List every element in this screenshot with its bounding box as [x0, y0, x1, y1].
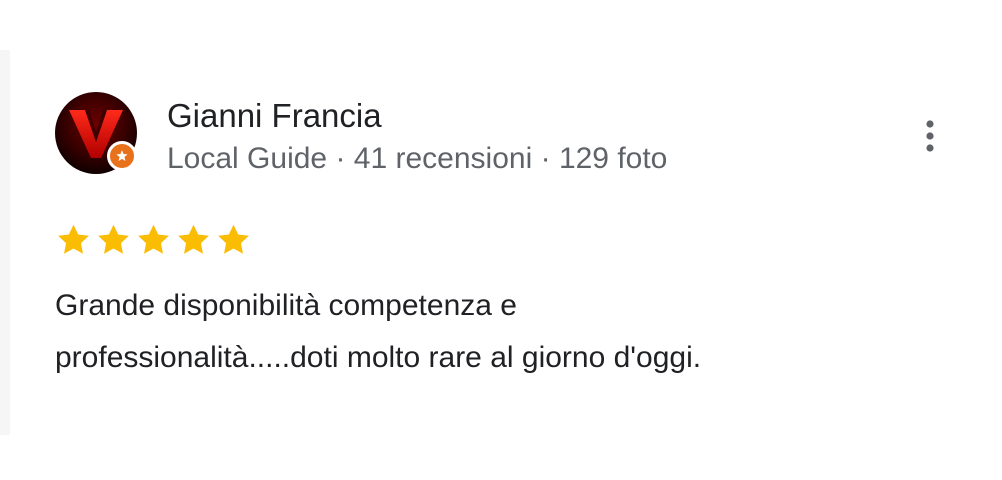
star-rating	[55, 222, 252, 258]
local-guide-badge-icon	[107, 141, 137, 171]
review-card: Gianni Francia Local Guide · 41 recensio…	[10, 50, 1002, 435]
star-icon	[178, 224, 209, 254]
star-icon	[58, 224, 89, 254]
star-icon	[218, 224, 249, 254]
more-options-button[interactable]	[910, 116, 950, 156]
author-meta: Local Guide · 41 recensioni · 129 foto	[167, 140, 667, 178]
author-name[interactable]: Gianni Francia	[167, 96, 382, 136]
reviews-count: 41 recensioni	[353, 142, 533, 175]
review-text-line-1: Grande disponibilità competenza e	[55, 289, 517, 322]
meta-separator: ·	[540, 142, 551, 175]
left-edge-shade	[0, 50, 10, 435]
star-icon	[98, 224, 129, 254]
avatar[interactable]	[55, 92, 137, 174]
star-icon	[138, 224, 169, 254]
review-text: Grande disponibilità competenza e profes…	[55, 280, 955, 384]
review-text-line-2: professionalità.....doti molto rare al g…	[55, 341, 702, 374]
more-vert-icon	[926, 120, 934, 152]
local-guide-label: Local Guide	[167, 142, 328, 175]
meta-separator: ·	[335, 142, 346, 175]
photos-count: 129 foto	[558, 142, 668, 175]
local-guide-star-icon	[116, 150, 128, 162]
